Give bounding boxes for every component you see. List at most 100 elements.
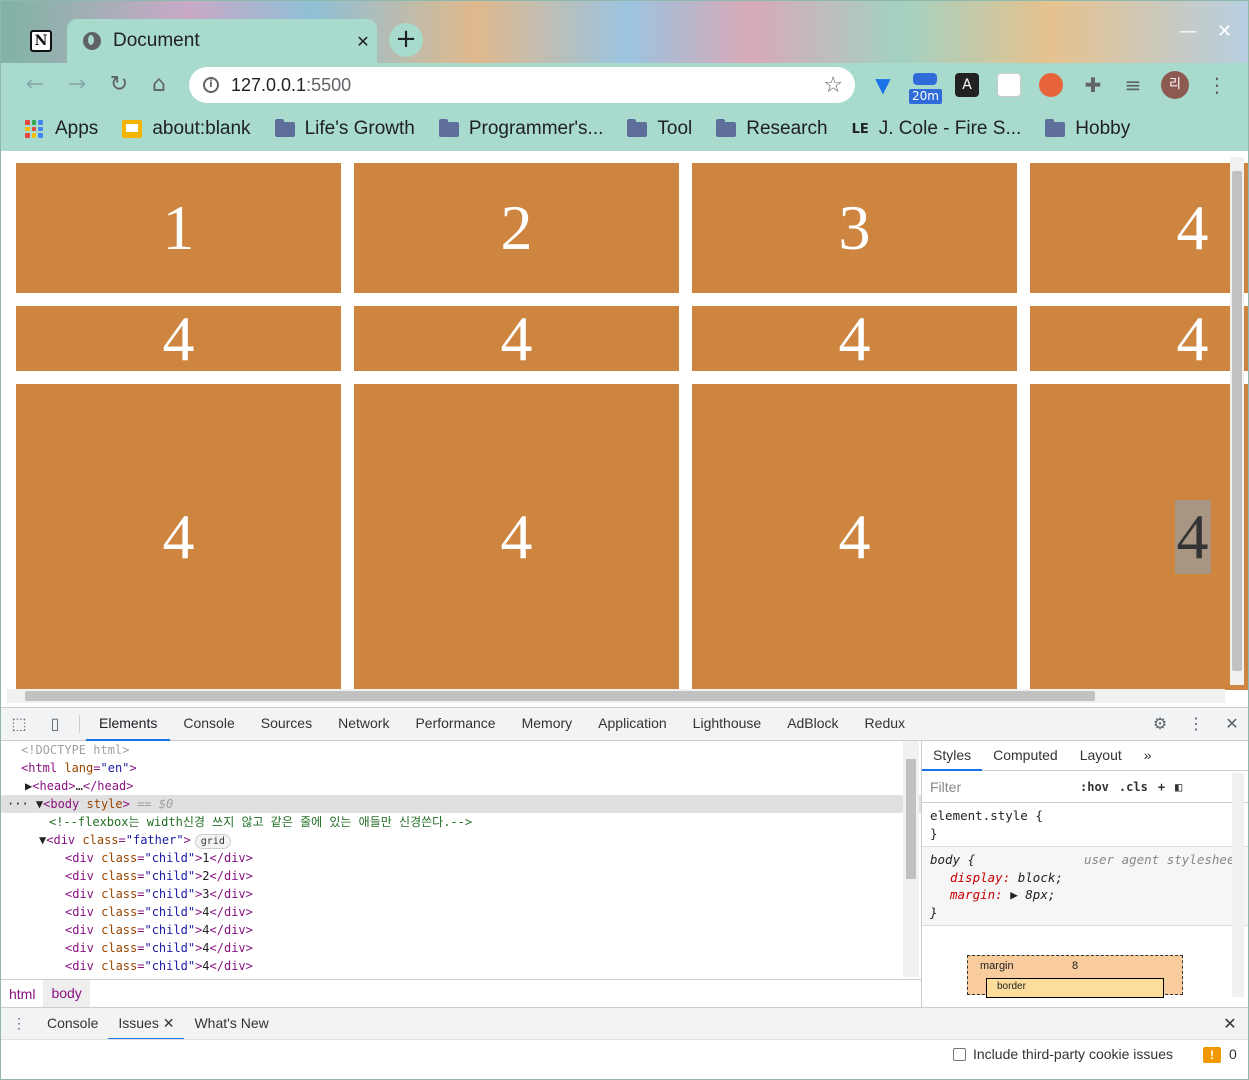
devtab-console[interactable]: Console [170, 707, 247, 741]
more-tabs-icon[interactable]: » [1133, 741, 1163, 771]
hov-toggle[interactable]: :hov [1080, 780, 1109, 794]
dom-child-div[interactable]: <div class="child">4</div> [1, 921, 921, 939]
styles-filter-input[interactable]: Filter [930, 779, 1070, 795]
breadcrumb-body[interactable]: body [43, 980, 90, 1007]
bookmark-lifes-growth[interactable]: Life's Growth [274, 118, 415, 140]
devtools-close-icon[interactable]: ✕ [1214, 707, 1248, 741]
back-arrow-icon[interactable]: ← [21, 71, 49, 99]
dom-child-div[interactable]: <div class="child">1</div> [1, 849, 921, 867]
page-icon [122, 120, 143, 138]
dom-child-div[interactable]: <div class="child">3</div> [1, 885, 921, 903]
device-toolbar-icon[interactable]: ▯ [37, 707, 73, 741]
body-ua-rule[interactable]: body {user agent stylesheet display: blo… [922, 847, 1248, 926]
new-tab-button[interactable]: + [389, 23, 423, 57]
dom-doctype[interactable]: <!DOCTYPE html> [1, 741, 921, 759]
devtools-tabbar: ⬚ ▯ Elements Console Sources Network Per… [1, 707, 1248, 741]
devtab-adblock[interactable]: AdBlock [774, 707, 851, 741]
devtab-performance[interactable]: Performance [402, 707, 508, 741]
tab-notion[interactable]: N [15, 19, 67, 63]
vertical-scrollbar[interactable] [1230, 157, 1244, 685]
devtab-application[interactable]: Application [585, 707, 680, 741]
duckduckgo-icon[interactable] [1039, 73, 1063, 97]
drawer-tab-whats-new[interactable]: What's New [184, 1008, 278, 1040]
tab-close-icon[interactable]: ✕ [349, 32, 377, 51]
horizontal-scrollbar[interactable] [7, 689, 1225, 703]
diamond-extension-icon[interactable]: ▼ [871, 73, 895, 97]
devtab-lighthouse[interactable]: Lighthouse [680, 707, 775, 741]
drawer-close-icon[interactable]: ✕ [1210, 1014, 1248, 1034]
folder-icon [627, 118, 648, 137]
third-party-cookie-option[interactable]: Include third-party cookie issues [953, 1046, 1173, 1062]
tab-styles[interactable]: Styles [922, 741, 983, 771]
grid-child: 4 [354, 303, 679, 374]
url-text[interactable]: 127.0.0.1:5500 [231, 75, 823, 96]
devtab-redux[interactable]: Redux [852, 707, 918, 741]
drawer-tab-console[interactable]: Console [37, 1008, 108, 1040]
menu-kebab-icon[interactable]: ⋮ [1207, 71, 1227, 99]
devtab-elements[interactable]: Elements [86, 707, 171, 741]
bookmark-apps[interactable]: Apps [25, 118, 98, 140]
dom-comment[interactable]: <!--flexbox는 width신경 쓰지 않고 같은 줄에 있는 애들만 … [1, 813, 921, 831]
dom-father-div[interactable]: ▼<div class="father"> grid [1, 831, 921, 849]
dom-child-div[interactable]: <div class="child">4</div> [1, 939, 921, 957]
vertical-scroll-thumb[interactable] [1232, 171, 1242, 671]
element-style-rule[interactable]: element.style { } [922, 803, 1248, 847]
info-icon[interactable]: i [203, 77, 219, 93]
tab-layout[interactable]: Layout [1069, 741, 1133, 771]
browser-window: N Document ✕ + — ✕ ← → ↻ ⌂ i 127.0.0.1:5… [0, 0, 1249, 1080]
elements-scroll-thumb[interactable] [906, 759, 916, 879]
bookmark-about-blank[interactable]: about:blank [122, 118, 251, 140]
grid-child: 4 [1030, 163, 1248, 293]
page-extension-icon[interactable] [997, 73, 1021, 97]
profile-avatar[interactable]: 리 [1161, 71, 1189, 99]
tab-computed[interactable]: Computed [982, 741, 1069, 771]
elements-scrollbar[interactable] [903, 741, 919, 977]
settings-gear-icon[interactable]: ⚙ [1142, 707, 1178, 741]
bookmark-hobby[interactable]: Hobby [1045, 118, 1130, 140]
dom-child-div[interactable]: <div class="child">4</div> [1, 903, 921, 921]
third-party-cookie-checkbox[interactable] [953, 1047, 966, 1061]
address-bar[interactable]: i 127.0.0.1:5500 ☆ [189, 67, 855, 103]
bookmark-j-cole[interactable]: LE J. Cole - Fire S... [852, 118, 1022, 140]
issues-close-icon[interactable]: ✕ [163, 1015, 175, 1031]
dom-child-div[interactable]: <div class="child">4</div> [1, 957, 921, 975]
cls-toggle[interactable]: .cls [1119, 780, 1148, 794]
add-rule-icon[interactable]: + [1158, 780, 1165, 794]
forward-arrow-icon[interactable]: → [63, 71, 91, 99]
bookmark-tool[interactable]: Tool [627, 118, 692, 140]
styles-scrollbar[interactable] [1232, 773, 1244, 997]
inspect-element-icon[interactable]: ⬚ [1, 707, 37, 741]
reload-icon[interactable]: ↻ [105, 71, 133, 99]
dom-head[interactable]: ▶<head>…</head> [1, 777, 921, 795]
media-queue-icon[interactable]: ≡ [1121, 73, 1145, 97]
puzzle-extensions-icon[interactable]: ✚ [1081, 73, 1105, 97]
box-model-border[interactable]: border [986, 978, 1164, 998]
drawer-menu-icon[interactable]: ⋮ [1, 1015, 37, 1032]
grid-child: 4 [16, 384, 341, 690]
toggle-sidebar-icon[interactable]: ◧ [1175, 780, 1182, 794]
devtab-network[interactable]: Network [325, 707, 402, 741]
breadcrumb-html[interactable]: html [1, 986, 43, 1002]
minimize-icon[interactable]: — [1179, 21, 1197, 42]
devtab-memory[interactable]: Memory [509, 707, 586, 741]
styles-filter-bar: Filter :hov .cls + ◧ [922, 771, 1248, 803]
devtools-menu-icon[interactable]: ⋮ [1178, 707, 1214, 741]
tab-document[interactable]: Document ✕ [67, 19, 377, 63]
font-extension-icon[interactable]: A [955, 73, 979, 97]
devtab-sources[interactable]: Sources [248, 707, 325, 741]
bookmark-programmers[interactable]: Programmer's... [438, 118, 603, 140]
grid-badge[interactable]: grid [194, 834, 231, 849]
bookmark-research[interactable]: Research [716, 118, 828, 140]
dom-html[interactable]: <html lang="en"> [1, 759, 921, 777]
box-model-diagram[interactable]: margin 8 border [967, 955, 1183, 998]
timer-extension-icon[interactable] [913, 73, 937, 85]
bookmark-star-icon[interactable]: ☆ [823, 73, 843, 98]
window-close-icon[interactable]: ✕ [1217, 21, 1232, 42]
horizontal-scroll-thumb[interactable] [25, 691, 1095, 701]
home-icon[interactable]: ⌂ [145, 71, 173, 99]
dom-body-selected[interactable]: ··· ▼<body style> == $0 [1, 795, 921, 813]
drawer-tab-issues[interactable]: Issues ✕ [108, 1008, 185, 1040]
dom-child-div[interactable]: <div class="child">2</div> [1, 867, 921, 885]
grid-child: 4 [692, 384, 1017, 690]
tab-strip: N Document ✕ + — ✕ [1, 1, 1248, 63]
